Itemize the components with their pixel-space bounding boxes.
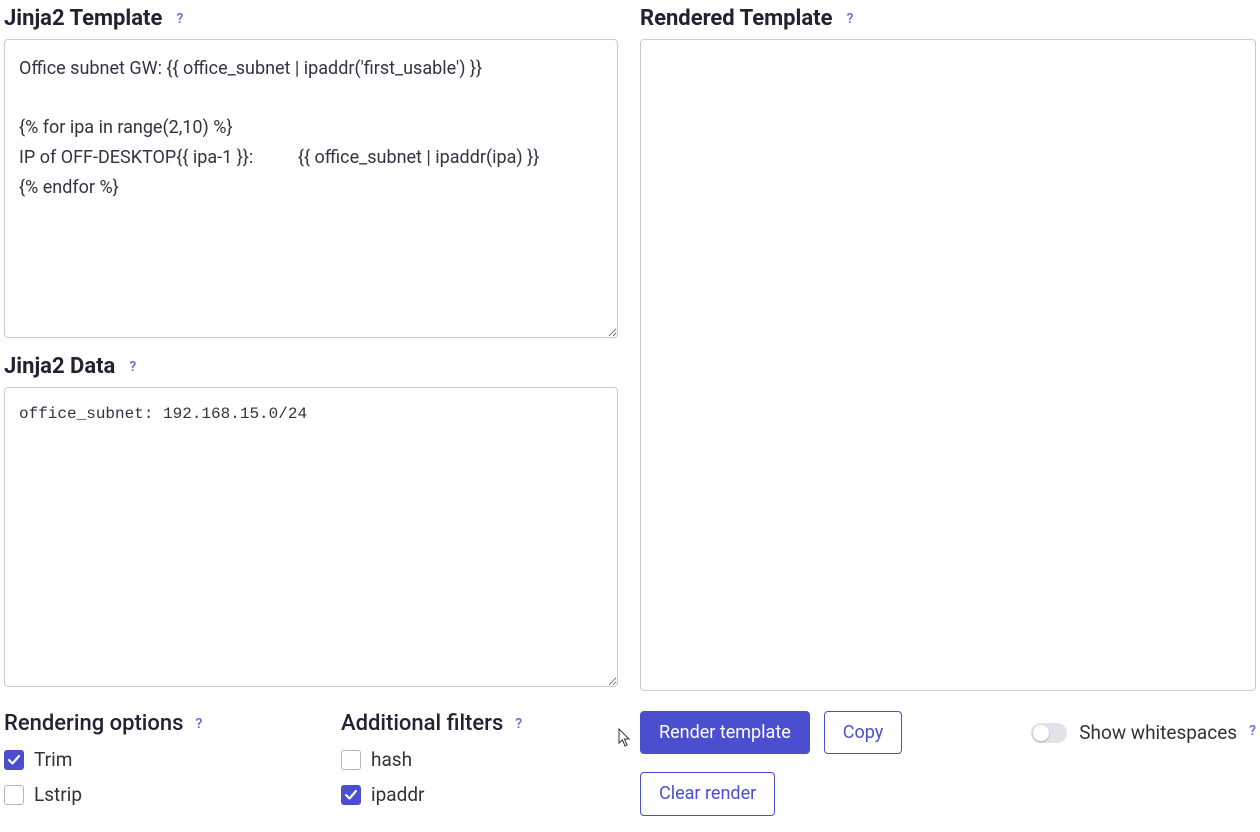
copy-button[interactable]: Copy [824,711,903,754]
rendering-options-group: Rendering options ? Trim Lstrip [4,711,281,818]
show-whitespaces-label: Show whitespaces [1079,721,1237,744]
rendering-option-row: Trim [4,748,281,771]
rendering-option-label: Trim [34,748,72,771]
rendering-option-checkbox-lstrip[interactable] [4,785,24,805]
help-icon[interactable]: ? [195,716,202,732]
toggle-knob [1033,725,1049,741]
help-icon[interactable]: ? [176,11,183,27]
additional-filter-row: hash [341,748,618,771]
help-icon[interactable]: ? [1249,723,1256,739]
template-title-wrap: Jinja2 Template ? [4,6,618,31]
rendering-option-checkbox-trim[interactable] [4,750,24,770]
data-title-wrap: Jinja2 Data ? [4,354,618,379]
rendering-options-title: Rendering options [4,711,183,736]
show-whitespaces-wrap: Show whitespaces ? [1031,721,1256,744]
rendered-title: Rendered Template [640,6,832,31]
additional-filter-checkbox-hash[interactable] [341,750,361,770]
help-icon[interactable]: ? [846,11,853,27]
help-icon[interactable]: ? [515,716,522,732]
rendering-option-label: Lstrip [34,783,82,806]
additional-filter-label: hash [371,748,412,771]
help-icon[interactable]: ? [129,359,136,375]
actions-row: Render template Copy Show whitespaces ? [640,711,1256,754]
additional-filters-group: Additional filters ? hash ipaddr [341,711,618,818]
rendered-output [640,39,1256,691]
additional-filter-row: ipaddr [341,783,618,806]
render-template-button[interactable]: Render template [640,711,810,754]
rendered-title-wrap: Rendered Template ? [640,6,1256,31]
clear-render-button[interactable]: Clear render [640,772,775,815]
template-title: Jinja2 Template [4,6,162,31]
data-title: Jinja2 Data [4,354,115,379]
rendering-option-row: Lstrip [4,783,281,806]
additional-filter-checkbox-ipaddr[interactable] [341,785,361,805]
jinja2-template-input[interactable] [4,39,618,338]
additional-filters-title: Additional filters [341,711,503,736]
jinja2-data-input[interactable] [4,387,618,687]
additional-filter-label: ipaddr [371,783,425,806]
show-whitespaces-toggle[interactable] [1031,723,1067,743]
